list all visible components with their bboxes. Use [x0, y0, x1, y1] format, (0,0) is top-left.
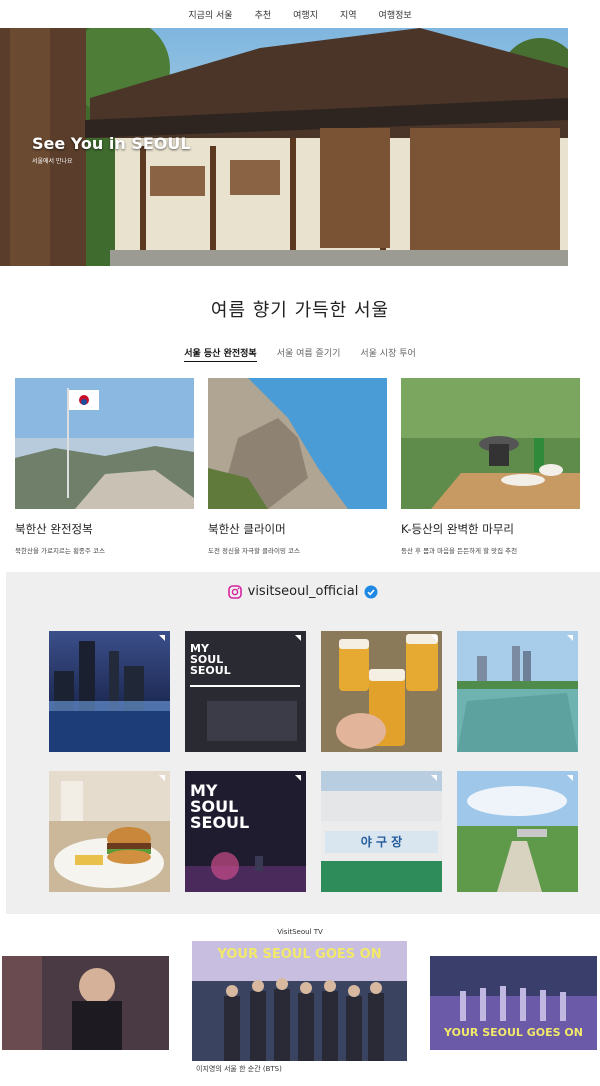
card-desc: 북한산을 가로지르는 횡종주 코스: [15, 547, 105, 555]
tv-video-right[interactable]: YOUR SEOUL GOES ON: [430, 956, 597, 1050]
hero-title: See You in SEOUL: [32, 134, 191, 153]
card-climber[interactable]: 북한산 클라이머 도전 정신을 자극할 클라이밍 코스: [208, 378, 387, 555]
section-title: 여름 향기 가득한 서울: [210, 300, 390, 321]
hero-subtitle: 서울에서 만나요: [32, 158, 73, 165]
card-image-rocks: [208, 378, 387, 509]
instagram-icon: [227, 584, 242, 599]
nav-item-destinations[interactable]: 여행지: [293, 8, 318, 21]
top-nav: 지금의 서울 추천 여행지 지역 여행정보: [0, 0, 600, 28]
beer-cheers-image: [321, 631, 442, 752]
baseball-stadium-image: [321, 771, 442, 892]
insta-tile[interactable]: [49, 631, 170, 752]
video-overlay-title: YOUR SEOUL GOES ON: [217, 947, 382, 962]
night-city-image: [49, 641, 170, 752]
verified-badge-icon: [364, 585, 378, 598]
riverside-image: [457, 631, 578, 752]
insta-tile[interactable]: [457, 631, 578, 752]
tv-video-left[interactable]: [2, 956, 169, 1050]
card-bukhansan[interactable]: 북한산 완전정복 북한산을 가로지르는 횡종주 코스: [15, 378, 194, 555]
card-title: 북한산 완전정복: [15, 522, 93, 536]
card-desc: 등산 후 몸과 마음을 든든하게 할 맛집 추천: [401, 547, 518, 555]
instagram-handle: visitseoul_official: [247, 584, 359, 599]
insta-tile[interactable]: [49, 771, 170, 892]
insta-tile[interactable]: MY SOUL SEOUL: [185, 631, 306, 752]
night-skyline-image: [185, 852, 306, 892]
tv-video-center[interactable]: YOUR SEOUL GOES ON: [192, 941, 407, 1061]
card-food[interactable]: K-등산의 완벽한 마무리 등산 후 몸과 마음을 든든하게 할 맛집 추천: [401, 378, 580, 555]
card-title: K-등산의 완벽한 마무리: [401, 522, 515, 536]
nav-item-recommend[interactable]: 추천: [255, 8, 272, 21]
video-overlay-title: YOUR SEOUL GOES ON: [444, 1026, 583, 1039]
instagram-header[interactable]: visitseoul_official: [6, 584, 600, 599]
instagram-section: visitseoul_official MY SOUL SEOUL MY SOU…: [6, 572, 600, 914]
tab-hiking[interactable]: 서울 등산 완전정복: [184, 346, 257, 362]
insta-tile-text: 야 구 장: [360, 835, 403, 849]
nav-item-now-seoul[interactable]: 지금의 서울: [188, 8, 232, 21]
tab-market[interactable]: 서울 시장 투어: [360, 346, 415, 362]
nav-item-regions[interactable]: 지역: [340, 8, 357, 21]
section-tabs: 서울 등산 완전정복 서울 여름 즐기기 서울 시장 투어: [0, 346, 600, 362]
card-image-bbq: [401, 378, 580, 509]
insta-tile[interactable]: [321, 631, 442, 752]
tv-section-label: VisitSeoul TV: [277, 928, 323, 936]
burger-image: [49, 771, 170, 892]
insta-tile[interactable]: [457, 771, 578, 892]
card-title: 북한산 클라이머: [208, 522, 286, 536]
insta-tile-text: MY SOUL SEOUL: [190, 642, 231, 677]
tab-summer[interactable]: 서울 여름 즐기기: [277, 346, 341, 362]
insta-tile[interactable]: 야 구 장: [321, 771, 442, 892]
card-desc: 도전 정신을 자극할 클라이밍 코스: [208, 547, 300, 555]
video-thumbnail-left: [2, 956, 169, 1050]
insta-tile[interactable]: MY SOUL SEOUL: [185, 771, 306, 892]
park-aerial-image: [457, 771, 578, 892]
video-caption-center: 이지영의 서울 한 순간 (BTS): [196, 1065, 282, 1073]
card-image-summit: [15, 378, 194, 509]
hero-banner[interactable]: See You in SEOUL 서울에서 만나요: [0, 28, 568, 266]
nav-item-travel-info[interactable]: 여행정보: [379, 8, 412, 21]
